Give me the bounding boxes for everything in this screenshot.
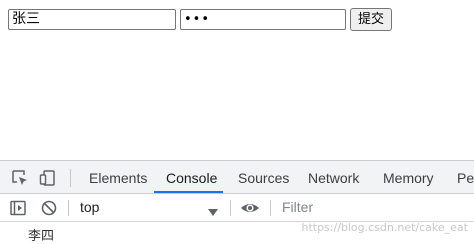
inspect-element-icon[interactable]	[11, 169, 29, 187]
active-tab-indicator	[154, 191, 223, 193]
username-input[interactable]: 张三	[8, 9, 176, 30]
dropdown-arrow-icon	[208, 204, 218, 222]
console-sidebar-icon[interactable]	[9, 199, 27, 217]
device-toolbar-icon[interactable]	[39, 169, 57, 187]
tab-sources[interactable]: Sources	[238, 161, 289, 193]
filter-input[interactable]: Filter	[278, 194, 474, 221]
watermark: https://blog.csdn.net/cake_eat	[301, 221, 468, 234]
toolbar-divider	[230, 200, 231, 216]
devtools-panel: Elements Console Sources Network Memory …	[0, 160, 474, 244]
password-input[interactable]: •••	[180, 9, 346, 30]
tab-console[interactable]: Console	[166, 161, 217, 193]
tab-network[interactable]: Network	[308, 161, 359, 193]
page-form: 张三 ••• 提交	[0, 0, 474, 160]
console-message: 李四	[28, 229, 55, 244]
toolbar-divider	[270, 200, 271, 216]
context-value: top	[80, 199, 100, 215]
console-toolbar: top Filter	[0, 194, 474, 222]
submit-button[interactable]: 提交	[350, 8, 392, 31]
context-selector[interactable]: top	[76, 194, 224, 221]
live-expression-icon[interactable]	[240, 199, 260, 217]
tab-performance[interactable]: Pe	[457, 161, 474, 193]
tab-elements[interactable]: Elements	[89, 161, 147, 193]
devtools-tabbar: Elements Console Sources Network Memory …	[0, 160, 474, 194]
toolbar-divider	[68, 200, 69, 216]
tab-memory[interactable]: Memory	[383, 161, 434, 193]
tab-divider	[70, 169, 71, 187]
clear-console-icon[interactable]	[40, 199, 58, 217]
